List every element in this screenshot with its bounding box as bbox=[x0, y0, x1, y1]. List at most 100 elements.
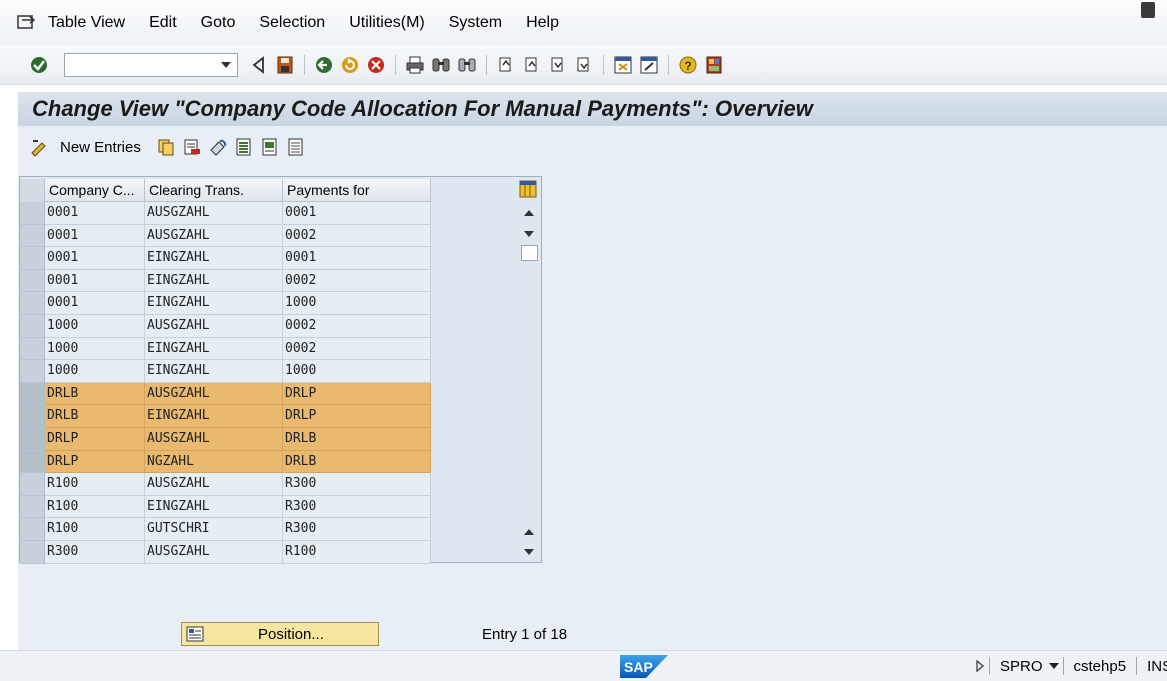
row-selector[interactable] bbox=[20, 473, 45, 496]
cell-clearing-trans[interactable]: AUSGZAHL bbox=[145, 473, 283, 496]
select-all-column-button[interactable] bbox=[20, 179, 45, 202]
copy-as-icon[interactable] bbox=[156, 137, 176, 157]
row-selector[interactable] bbox=[20, 337, 45, 361]
row-selector[interactable] bbox=[20, 450, 45, 474]
scroll-down-arrow-icon[interactable] bbox=[524, 231, 534, 237]
cell-clearing-trans[interactable]: EINGZAHL bbox=[145, 360, 283, 383]
cell-payments-for[interactable]: R300 bbox=[283, 495, 431, 519]
table-row[interactable]: R100 GUTSCHRI R300 bbox=[20, 518, 431, 541]
status-expand-icon[interactable] bbox=[975, 660, 985, 672]
first-page-icon[interactable] bbox=[496, 55, 516, 75]
column-header-payments-for[interactable]: Payments for bbox=[283, 179, 431, 202]
table-settings-icon[interactable] bbox=[519, 180, 537, 198]
table-row[interactable]: R100 AUSGZAHL R300 bbox=[20, 473, 431, 496]
cell-payments-for[interactable]: 0002 bbox=[283, 314, 431, 338]
undo-change-icon[interactable] bbox=[208, 137, 228, 157]
row-selector[interactable] bbox=[20, 314, 45, 338]
cell-payments-for[interactable]: DRLP bbox=[283, 382, 431, 406]
cell-clearing-trans[interactable]: AUSGZAHL bbox=[145, 427, 283, 451]
select-block-icon[interactable] bbox=[260, 137, 280, 157]
row-selector[interactable] bbox=[20, 224, 45, 248]
cell-payments-for[interactable]: DRLP bbox=[283, 405, 431, 428]
cell-company-code[interactable]: 1000 bbox=[45, 360, 145, 383]
chevron-down-icon[interactable] bbox=[1048, 662, 1059, 670]
cell-payments-for[interactable]: 0002 bbox=[283, 337, 431, 361]
cell-payments-for[interactable]: 0002 bbox=[283, 269, 431, 293]
delete-icon[interactable] bbox=[182, 137, 202, 157]
cell-company-code[interactable]: 0001 bbox=[45, 247, 145, 270]
cell-company-code[interactable]: 0001 bbox=[45, 269, 145, 293]
table-row[interactable]: 0001 EINGZAHL 0002 bbox=[20, 269, 431, 293]
cell-company-code[interactable]: DRLP bbox=[45, 450, 145, 474]
table-row[interactable]: 0001 EINGZAHL 1000 bbox=[20, 292, 431, 315]
cell-payments-for[interactable]: 0001 bbox=[283, 202, 431, 225]
table-row[interactable]: R300 AUSGZAHL R100 bbox=[20, 540, 431, 564]
cell-payments-for[interactable]: R100 bbox=[283, 540, 431, 564]
display-change-icon[interactable] bbox=[29, 137, 49, 157]
enter-check-icon[interactable] bbox=[29, 55, 49, 75]
cell-company-code[interactable]: R100 bbox=[45, 495, 145, 519]
print-icon[interactable] bbox=[405, 55, 425, 75]
cell-payments-for[interactable]: 1000 bbox=[283, 292, 431, 315]
table-row[interactable]: DRLP AUSGZAHL DRLB bbox=[20, 427, 431, 451]
chevron-down-icon[interactable] bbox=[221, 61, 231, 68]
cell-clearing-trans[interactable]: AUSGZAHL bbox=[145, 382, 283, 406]
cell-payments-for[interactable]: 1000 bbox=[283, 360, 431, 383]
cell-clearing-trans[interactable]: AUSGZAHL bbox=[145, 224, 283, 248]
table-row[interactable]: DRLB AUSGZAHL DRLP bbox=[20, 382, 431, 406]
table-row[interactable]: R100 EINGZAHL R300 bbox=[20, 495, 431, 519]
cell-clearing-trans[interactable]: AUSGZAHL bbox=[145, 202, 283, 225]
row-selector[interactable] bbox=[20, 202, 45, 225]
row-selector[interactable] bbox=[20, 405, 45, 428]
cell-clearing-trans[interactable]: EINGZAHL bbox=[145, 337, 283, 361]
cell-company-code[interactable]: 0001 bbox=[45, 202, 145, 225]
back-green-icon[interactable] bbox=[314, 55, 334, 75]
cell-clearing-trans[interactable]: AUSGZAHL bbox=[145, 540, 283, 564]
table-row[interactable]: 0001 EINGZAHL 0001 bbox=[20, 247, 431, 270]
find-next-icon[interactable] bbox=[457, 55, 477, 75]
cell-payments-for[interactable]: R300 bbox=[283, 518, 431, 541]
row-selector[interactable] bbox=[20, 247, 45, 270]
cell-payments-for[interactable]: DRLB bbox=[283, 450, 431, 474]
cancel-red-icon[interactable] bbox=[366, 55, 386, 75]
cell-clearing-trans[interactable]: NGZAHL bbox=[145, 450, 283, 474]
cell-company-code[interactable]: DRLP bbox=[45, 427, 145, 451]
find-icon[interactable] bbox=[431, 55, 451, 75]
save-icon[interactable] bbox=[275, 55, 295, 75]
cell-clearing-trans[interactable]: EINGZAHL bbox=[145, 405, 283, 428]
command-field[interactable] bbox=[64, 52, 238, 77]
cell-clearing-trans[interactable]: GUTSCHRI bbox=[145, 518, 283, 541]
menu-system[interactable]: System bbox=[449, 14, 502, 32]
row-selector[interactable] bbox=[20, 427, 45, 451]
table-row[interactable]: 1000 AUSGZAHL 0002 bbox=[20, 314, 431, 338]
cell-company-code[interactable]: R100 bbox=[45, 473, 145, 496]
row-selector[interactable] bbox=[20, 382, 45, 406]
row-selector[interactable] bbox=[20, 269, 45, 293]
row-selector[interactable] bbox=[20, 360, 45, 383]
select-all-icon[interactable] bbox=[234, 137, 254, 157]
previous-page-icon[interactable] bbox=[522, 55, 542, 75]
column-header-clearing-trans[interactable]: Clearing Trans. bbox=[145, 179, 283, 202]
scroll-page-down-arrow-icon[interactable] bbox=[524, 549, 534, 555]
menu-utilities[interactable]: Utilities(M) bbox=[349, 14, 425, 32]
status-mode[interactable]: INS bbox=[1147, 658, 1167, 675]
help-icon[interactable]: ? bbox=[678, 55, 698, 75]
menu-selection[interactable]: Selection bbox=[259, 14, 325, 32]
cell-clearing-trans[interactable]: AUSGZAHL bbox=[145, 314, 283, 338]
cell-payments-for[interactable]: R300 bbox=[283, 473, 431, 496]
cell-company-code[interactable]: 1000 bbox=[45, 314, 145, 338]
scroll-thumb[interactable] bbox=[521, 245, 538, 261]
cell-company-code[interactable]: R300 bbox=[45, 540, 145, 564]
cell-payments-for[interactable]: DRLB bbox=[283, 427, 431, 451]
row-selector[interactable] bbox=[20, 495, 45, 519]
cell-clearing-trans[interactable]: EINGZAHL bbox=[145, 292, 283, 315]
app-menu-icon[interactable] bbox=[16, 14, 38, 32]
scroll-page-up-arrow-icon[interactable] bbox=[524, 529, 534, 535]
table-row[interactable]: 0001 AUSGZAHL 0001 bbox=[20, 202, 431, 225]
last-page-icon[interactable] bbox=[574, 55, 594, 75]
row-selector[interactable] bbox=[20, 540, 45, 564]
cell-payments-for[interactable]: 0001 bbox=[283, 247, 431, 270]
table-row[interactable]: 1000 EINGZAHL 1000 bbox=[20, 360, 431, 383]
menu-help[interactable]: Help bbox=[526, 14, 559, 32]
deselect-all-icon[interactable] bbox=[286, 137, 306, 157]
